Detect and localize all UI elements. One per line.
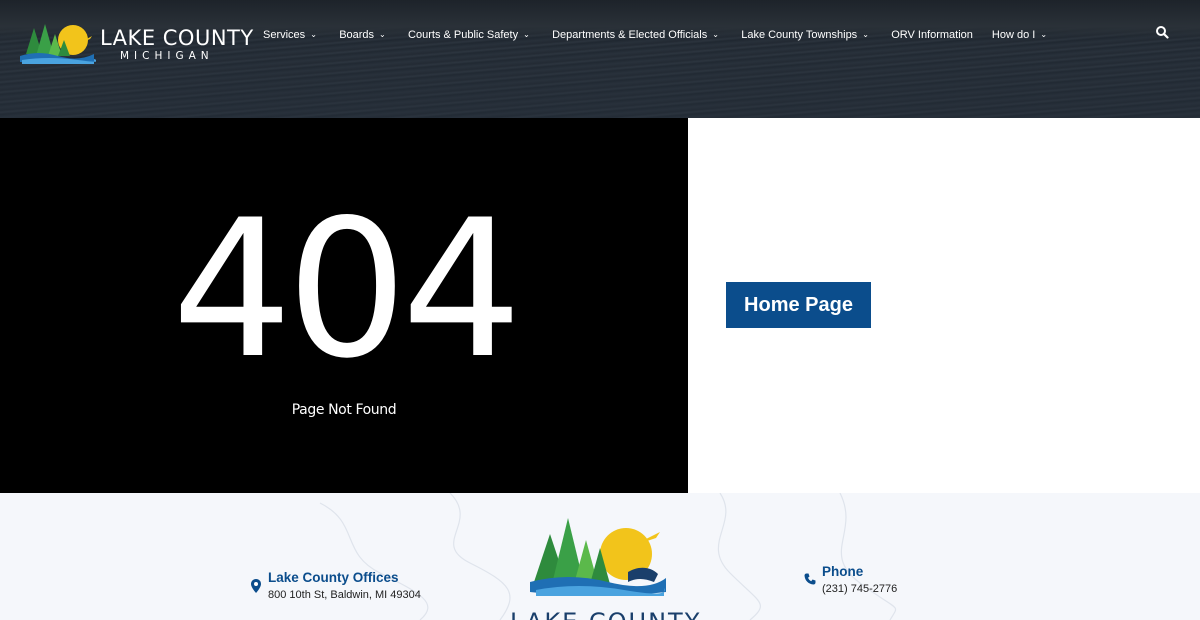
main-nav: Services ⌄ Boards ⌄ Courts & Public Safe… — [263, 26, 1069, 44]
nav-item-how-do-i[interactable]: How do I ⌄ — [992, 29, 1050, 41]
chevron-down-icon: ⌄ — [523, 29, 530, 39]
site-header: LAKE COUNTY MICHIGAN Services ⌄ Boards ⌄… — [0, 0, 1200, 118]
chevron-down-icon: ⌄ — [310, 29, 317, 39]
nav-item-services[interactable]: Services ⌄ — [263, 29, 320, 41]
nav-item-label: Services — [263, 29, 306, 41]
search-icon[interactable] — [1155, 25, 1169, 39]
office-title: Lake County Offices — [268, 570, 399, 585]
chevron-down-icon: ⌄ — [712, 29, 719, 39]
site-logo[interactable]: LAKE COUNTY MICHIGAN — [18, 20, 253, 66]
nav-item-label: Departments & Elected Officials — [552, 29, 708, 41]
home-page-button[interactable]: Home Page — [726, 282, 871, 328]
nav-item-label: ORV Information — [891, 29, 973, 41]
error-code: 404 — [171, 179, 523, 400]
nav-item-townships[interactable]: Lake County Townships ⌄ — [741, 29, 872, 41]
nav-item-boards[interactable]: Boards ⌄ — [339, 29, 389, 41]
nav-item-departments[interactable]: Departments & Elected Officials ⌄ — [552, 29, 722, 41]
logo-subtitle: MICHIGAN — [120, 50, 214, 62]
lake-county-logo-icon — [20, 24, 96, 64]
error-message: Page Not Found — [291, 402, 397, 418]
phone-icon — [804, 573, 816, 585]
phone-title: Phone — [822, 564, 864, 579]
nav-item-courts-public-safety[interactable]: Courts & Public Safety ⌄ — [408, 29, 533, 41]
office-address: 800 10th St, Baldwin, MI 49304 — [268, 589, 421, 601]
nav-item-label: Lake County Townships — [741, 29, 858, 41]
nav-item-label: How do I — [991, 29, 1036, 41]
chevron-down-icon: ⌄ — [862, 29, 869, 39]
phone-number[interactable]: (231) 745-2776 — [822, 583, 897, 595]
map-pin-icon — [251, 579, 261, 593]
chevron-down-icon: ⌄ — [379, 29, 386, 39]
chevron-down-icon: ⌄ — [1040, 29, 1048, 39]
nav-item-label: Boards — [339, 29, 375, 41]
nav-item-label: Courts & Public Safety — [408, 29, 519, 41]
footer-logo-title: LAKE COUNTY — [510, 608, 699, 620]
logo-title: LAKE COUNTY — [100, 26, 254, 50]
lake-county-logo-icon — [530, 518, 666, 596]
nav-item-orv-information[interactable]: ORV Information — [891, 29, 973, 41]
